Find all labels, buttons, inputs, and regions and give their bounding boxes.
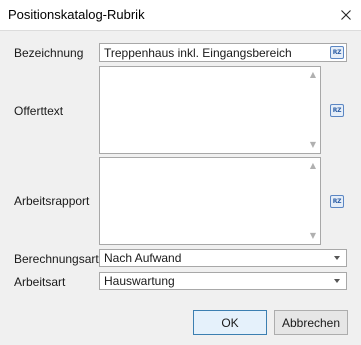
rz-icon-label: RZ	[332, 49, 342, 56]
bezeichnung-input[interactable]: Treppenhaus inkl. Eingangsbereich	[99, 43, 347, 62]
title-bar: Positionskatalog-Rubrik	[0, 0, 361, 30]
arbeitsart-label: Arbeitsart	[14, 275, 66, 289]
scroll-up-icon[interactable]: ▲	[309, 71, 317, 79]
window-title: Positionskatalog-Rubrik	[8, 7, 145, 22]
cancel-button[interactable]: Abbrechen	[274, 310, 348, 335]
arbeitsart-value: Hauswartung	[104, 274, 175, 288]
chevron-down-icon	[334, 256, 340, 260]
rz-icon-label: RZ	[332, 198, 342, 205]
scroll-down-icon[interactable]: ▼	[309, 232, 317, 240]
chevron-down-icon	[334, 279, 340, 283]
close-button[interactable]	[331, 0, 361, 30]
arbeitsrapport-input[interactable]: ▲ ▼	[99, 157, 321, 245]
berechnungsart-select[interactable]: Nach Aufwand	[99, 249, 347, 267]
arbeitsart-select[interactable]: Hauswartung	[99, 272, 347, 290]
close-icon	[341, 10, 351, 20]
scroll-down-icon[interactable]: ▼	[309, 141, 317, 149]
scroll-up-icon[interactable]: ▲	[309, 162, 317, 170]
bezeichnung-label: Bezeichnung	[14, 46, 84, 60]
rz-icon[interactable]: RZ	[330, 46, 344, 59]
rz-icon[interactable]: RZ	[330, 104, 344, 117]
berechnungsart-value: Nach Aufwand	[104, 251, 182, 265]
arbeitsrapport-label: Arbeitsrapport	[14, 194, 90, 208]
offerttext-label: Offerttext	[14, 104, 64, 118]
ok-button[interactable]: OK	[193, 310, 267, 335]
arbeitsrapport-scrollbar[interactable]: ▲ ▼	[306, 158, 320, 244]
dialog-body: Bezeichnung Treppenhaus inkl. Eingangsbe…	[0, 30, 361, 345]
rz-icon-label: RZ	[332, 107, 342, 114]
offerttext-scrollbar[interactable]: ▲ ▼	[306, 67, 320, 153]
rz-icon[interactable]: RZ	[330, 195, 344, 208]
berechnungsart-label: Berechnungsart	[14, 252, 99, 266]
offerttext-input[interactable]: ▲ ▼	[99, 66, 321, 154]
